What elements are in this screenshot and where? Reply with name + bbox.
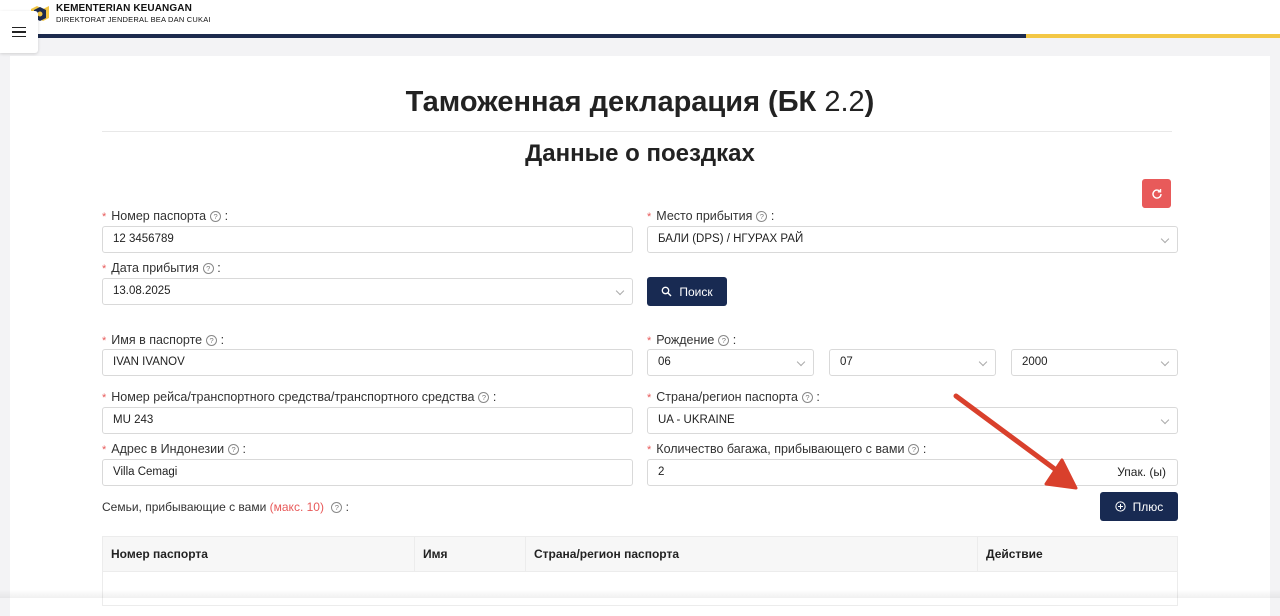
address-label: * Адрес в Индонезии? : bbox=[102, 442, 247, 456]
section-title: Данные о поездках bbox=[525, 140, 755, 167]
help-icon[interactable]: ? bbox=[210, 211, 222, 222]
chevron-down-icon bbox=[615, 286, 625, 296]
passport-number-label: * Номер паспорта? : bbox=[102, 209, 229, 223]
refresh-icon bbox=[1151, 188, 1162, 199]
chevron-down-icon bbox=[1160, 415, 1170, 425]
help-icon[interactable]: ? bbox=[228, 444, 240, 455]
chevron-down-icon bbox=[1160, 357, 1170, 367]
passport-name-input[interactable]: IVAN IVANOV bbox=[102, 349, 633, 376]
help-icon[interactable]: ? bbox=[718, 335, 730, 346]
family-label: Семьи, прибывающие с вами (макс. 10) ? : bbox=[102, 500, 349, 514]
annotation-arrow-icon bbox=[953, 393, 1078, 490]
baggage-label: * Количество багажа, прибывающего с вами?… bbox=[647, 442, 927, 456]
plus-circle-icon bbox=[1115, 501, 1126, 512]
title-divider bbox=[102, 131, 1172, 132]
brand-title: KEMENTERIAN KEUANGAN bbox=[56, 3, 192, 14]
address-input[interactable]: Villa Cemagi bbox=[102, 459, 633, 486]
birth-day-select[interactable]: 06 bbox=[647, 349, 814, 376]
page-title: Таможенная декларация (БК 2.2) bbox=[405, 86, 875, 118]
passport-country-label: * Страна/регион паспорта? : bbox=[647, 390, 820, 404]
arrival-date-label: * Дата прибытия? : bbox=[102, 261, 221, 275]
top-bar: KEMENTERIAN KEUANGAN DIREKTORAT JENDERAL… bbox=[0, 0, 1280, 38]
birth-year-select[interactable]: 2000 bbox=[1011, 349, 1178, 376]
brand-subtitle: DIREKTORAT JENDERAL BEA DAN CUKAI bbox=[56, 15, 211, 24]
refresh-button[interactable] bbox=[1142, 179, 1171, 208]
bottom-shadow bbox=[0, 590, 1280, 598]
help-icon[interactable]: ? bbox=[331, 502, 343, 513]
passport-number-input[interactable]: 12 3456789 bbox=[102, 226, 633, 253]
column-passport-country: Страна/регион паспорта bbox=[526, 537, 978, 571]
flight-number-label: * Номер рейса/транспортного средства/тран… bbox=[102, 390, 497, 404]
arrival-place-select[interactable]: БАЛИ (DPS) / НГУРАХ РАЙ bbox=[647, 226, 1178, 253]
passport-name-label: * Имя в паспорте? : bbox=[102, 333, 225, 347]
header-stripe-navy bbox=[0, 34, 1026, 38]
help-icon[interactable]: ? bbox=[202, 263, 214, 274]
column-action: Действие bbox=[986, 547, 1043, 561]
table-header: Номер паспорта Имя Страна/регион паспорт… bbox=[103, 537, 1177, 572]
chevron-down-icon bbox=[1160, 234, 1170, 244]
chevron-down-icon bbox=[978, 357, 988, 367]
help-icon[interactable]: ? bbox=[756, 211, 768, 222]
birth-month-select[interactable]: 07 bbox=[829, 349, 996, 376]
passport-country-select[interactable]: UA - UKRAINE bbox=[647, 407, 1178, 434]
chevron-down-icon bbox=[796, 357, 806, 367]
search-button[interactable]: Поиск bbox=[647, 277, 727, 306]
column-passport-number: Номер паспорта bbox=[103, 537, 415, 571]
help-icon[interactable]: ? bbox=[908, 444, 920, 455]
birth-label: * Рождение? : bbox=[647, 333, 737, 347]
baggage-unit: Упак. (ы) bbox=[1117, 465, 1166, 479]
baggage-input[interactable]: 2 Упак. (ы) bbox=[647, 459, 1178, 486]
help-icon[interactable]: ? bbox=[801, 392, 813, 403]
column-name: Имя bbox=[415, 537, 526, 571]
help-icon[interactable]: ? bbox=[478, 392, 490, 403]
hamburger-menu-icon[interactable] bbox=[0, 11, 38, 53]
search-icon bbox=[662, 286, 672, 297]
arrival-date-select[interactable]: 13.08.2025 bbox=[102, 278, 633, 305]
arrival-place-label: * Место прибытия? : bbox=[647, 209, 775, 223]
help-icon[interactable]: ? bbox=[206, 335, 218, 346]
flight-number-input[interactable]: MU 243 bbox=[102, 407, 633, 434]
header-stripe-gold bbox=[1026, 34, 1280, 38]
add-family-button[interactable]: Плюс bbox=[1100, 492, 1178, 521]
